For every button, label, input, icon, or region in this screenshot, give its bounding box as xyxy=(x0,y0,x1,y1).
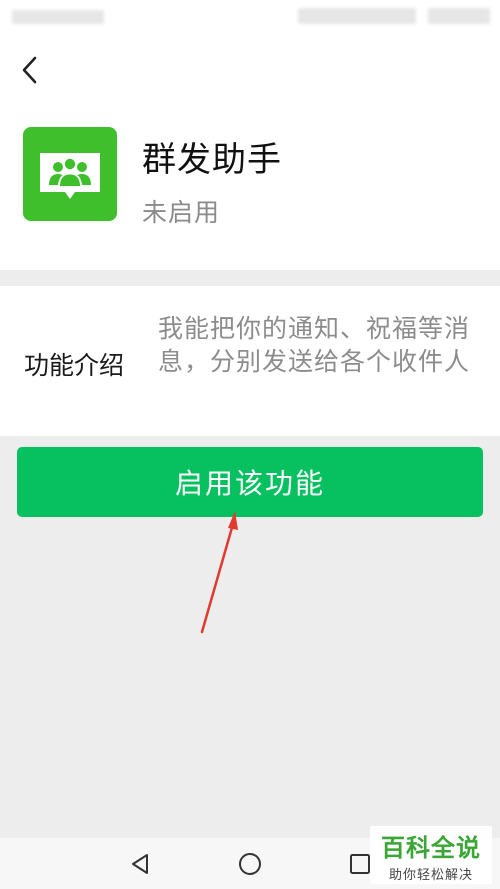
enable-feature-button[interactable]: 启用该功能 xyxy=(17,447,483,517)
system-back-button[interactable] xyxy=(110,838,170,889)
watermark: 百科全说 助你轻松解决 xyxy=(370,826,492,884)
square-recents-icon xyxy=(350,853,370,874)
chevron-left-icon xyxy=(22,56,37,84)
watermark-subtitle: 助你轻松解决 xyxy=(388,868,473,883)
description-label: 功能介绍 xyxy=(24,351,125,380)
app-name: 群发助手 xyxy=(142,140,282,180)
circle-home-icon xyxy=(239,852,261,875)
description-text: 我能把你的通知、祝福等消息，分别发送给各个收件人 xyxy=(158,314,471,376)
app-status: 未启用 xyxy=(142,198,221,227)
app-icon xyxy=(23,127,117,221)
group-chat-icon xyxy=(40,153,100,199)
back-button[interactable] xyxy=(8,48,52,92)
status-bar xyxy=(0,0,500,36)
status-bar-blurred-battery xyxy=(428,8,490,24)
status-bar-blurred-left xyxy=(12,10,104,24)
watermark-title: 百科全说 xyxy=(381,834,481,862)
system-home-button[interactable] xyxy=(220,838,280,889)
triangle-back-icon xyxy=(132,853,148,874)
status-bar-blurred-right xyxy=(298,8,416,24)
